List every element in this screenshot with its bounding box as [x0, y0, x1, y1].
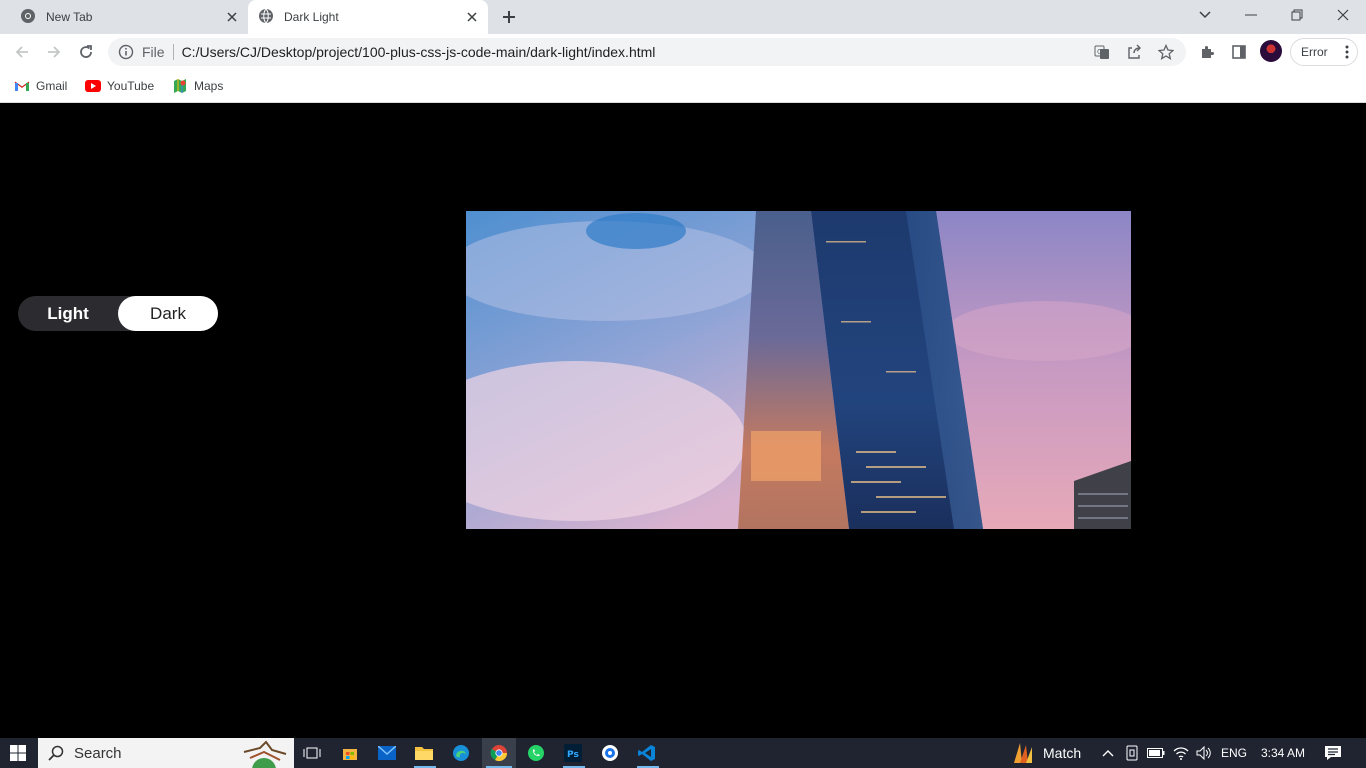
scheme-label: File [142, 44, 165, 60]
svg-text:G: G [1097, 48, 1102, 56]
notification-center-icon[interactable] [1321, 741, 1345, 765]
forward-button[interactable] [42, 40, 66, 64]
device-icon[interactable] [1120, 741, 1144, 765]
show-hidden-icons-chevron-icon[interactable] [1096, 741, 1120, 765]
site-info-icon[interactable] [118, 44, 134, 60]
profile-avatar[interactable] [1260, 40, 1282, 62]
translate-icon[interactable]: G [1090, 40, 1114, 64]
gmail-icon [14, 78, 30, 94]
light-option[interactable]: Light [18, 296, 118, 331]
close-tab-icon[interactable] [224, 9, 240, 25]
new-tab-button[interactable] [499, 7, 519, 27]
tab-dark-light[interactable]: Dark Light [248, 0, 488, 34]
bookmark-gmail[interactable]: Gmail [14, 76, 67, 96]
whatsapp-icon[interactable] [524, 741, 548, 765]
battery-icon[interactable] [1144, 741, 1168, 765]
microsoft-store-icon[interactable] [338, 741, 362, 765]
profile-error-button[interactable]: Error [1290, 38, 1358, 66]
address-bar[interactable]: File C:/Users/CJ/Desktop/project/100-plu… [108, 38, 1186, 66]
mail-icon[interactable] [375, 741, 399, 765]
weather-label[interactable]: Match [1043, 738, 1081, 768]
error-label: Error [1301, 45, 1328, 59]
app-circle-icon[interactable] [598, 741, 622, 765]
tab-title: New Tab [46, 10, 93, 24]
volume-icon[interactable] [1192, 741, 1216, 765]
tab-search-chevron-icon[interactable] [1182, 0, 1228, 30]
search-highlight-image [236, 738, 292, 768]
vscode-icon[interactable] [635, 741, 659, 765]
bookmark-label: Maps [194, 79, 224, 93]
task-view-icon[interactable] [300, 741, 324, 765]
taskbar-search-box[interactable]: Search [38, 738, 294, 768]
bookmark-label: Gmail [36, 79, 68, 93]
back-button[interactable] [10, 40, 34, 64]
youtube-icon [85, 78, 101, 94]
maps-icon [172, 78, 188, 94]
browser-toolbar: File C:/Users/CJ/Desktop/project/100-plu… [0, 34, 1366, 70]
edge-icon[interactable] [449, 741, 473, 765]
windows-taskbar: Search Ps Match ENG 3:34 AM [0, 738, 1366, 768]
chrome-taskbar-icon[interactable] [482, 738, 516, 768]
theme-toggle[interactable]: Light Dark [18, 296, 218, 331]
extensions-puzzle-icon[interactable] [1195, 40, 1219, 64]
clock-time[interactable]: 3:34 AM [1261, 738, 1305, 768]
bookmark-label: YouTube [107, 79, 155, 93]
tab-new-tab[interactable]: New Tab [8, 0, 248, 34]
bookmark-youtube[interactable]: YouTube [85, 76, 154, 96]
tab-title: Dark Light [284, 10, 339, 24]
tab-strip: New Tab Dark Light [0, 0, 1366, 34]
omnibox-divider [172, 44, 174, 60]
search-placeholder: Search [74, 744, 122, 762]
page-content: Light Dark [0, 103, 1366, 738]
bookmark-maps[interactable]: Maps [172, 76, 223, 96]
minimize-button[interactable] [1228, 0, 1274, 30]
photoshop-icon[interactable]: Ps [561, 741, 585, 765]
reload-button[interactable] [74, 40, 98, 64]
skyscraper-photo [466, 211, 1131, 529]
close-tab-icon[interactable] [464, 9, 480, 25]
windows-start-icon[interactable] [6, 741, 30, 765]
close-window-button[interactable] [1320, 0, 1366, 30]
weather-widget-icon[interactable] [1010, 741, 1034, 765]
side-panel-icon[interactable] [1227, 40, 1251, 64]
chrome-icon [20, 8, 36, 27]
bookmarks-bar: Gmail YouTube Maps [0, 70, 1366, 103]
bookmark-star-icon[interactable] [1154, 40, 1178, 64]
url-text[interactable]: C:/Users/CJ/Desktop/project/100-plus-css… [182, 44, 656, 60]
dark-option[interactable]: Dark [118, 296, 218, 331]
language-indicator[interactable]: ENG [1221, 738, 1247, 768]
globe-icon [258, 8, 274, 27]
wifi-icon[interactable] [1169, 741, 1193, 765]
file-explorer-icon[interactable] [412, 741, 436, 765]
restore-button[interactable] [1274, 0, 1320, 30]
more-menu-icon[interactable] [1345, 45, 1349, 62]
search-icon [48, 745, 64, 761]
share-icon[interactable] [1122, 40, 1146, 64]
svg-text:Ps: Ps [567, 750, 579, 760]
